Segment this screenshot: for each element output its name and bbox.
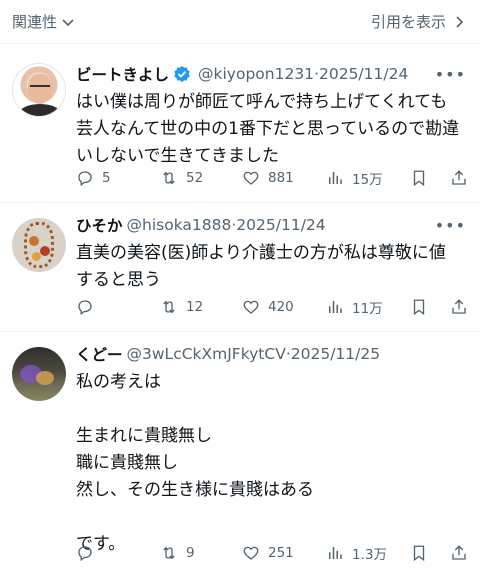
like-button[interactable]: 251: [242, 544, 294, 562]
repost-count: 9: [186, 545, 195, 561]
like-count: 881: [268, 170, 294, 186]
avatar[interactable]: [12, 347, 66, 401]
bookmark-button[interactable]: [410, 298, 428, 316]
more-options-icon[interactable]: •••: [435, 216, 466, 235]
views-button[interactable]: 15万: [326, 168, 383, 188]
reply-post[interactable]: くどー @3wLcCkXmJFkytCV · 2025/11/25 私の考えは …: [0, 333, 480, 577]
view-count: 15万: [352, 172, 383, 188]
bookmark-icon: [413, 170, 425, 187]
bookmark-button[interactable]: [410, 169, 428, 187]
verified-badge-icon: [174, 65, 190, 83]
reply-button[interactable]: 5: [76, 169, 111, 187]
analytics-icon: [329, 301, 342, 313]
views-button[interactable]: 11万: [326, 297, 383, 317]
post-text: 直美の美容(医)師より介護士の方が私は尊敬に値 すると思う: [76, 243, 446, 290]
heart-icon: [243, 546, 259, 560]
reply-post[interactable]: ビートきよし @kiyopon1231 · 2025/11/24 ••• はい僕…: [0, 45, 480, 203]
share-icon: [452, 170, 466, 185]
post-header: ひそか @hisoka1888 · 2025/11/24: [76, 214, 466, 236]
share-icon: [452, 545, 466, 560]
reply-icon: [78, 300, 92, 316]
reply-icon: [78, 546, 92, 562]
avatar[interactable]: [12, 218, 66, 272]
bookmark-button[interactable]: [410, 544, 428, 562]
repost-icon: [163, 300, 175, 314]
views-button[interactable]: 1.3万: [326, 543, 387, 563]
user-handle[interactable]: @kiyopon1231: [198, 65, 314, 83]
display-name[interactable]: ビートきよし: [76, 63, 169, 85]
sort-relevance-button[interactable]: 関連性: [12, 11, 75, 32]
repost-count: 52: [186, 170, 204, 186]
post-header: ビートきよし @kiyopon1231 · 2025/11/24: [76, 63, 466, 85]
reply-post[interactable]: ひそか @hisoka1888 · 2025/11/24 ••• 直美の美容(医…: [0, 204, 480, 332]
post-date[interactable]: 2025/11/25: [291, 345, 380, 363]
sort-label: 関連性: [12, 13, 58, 31]
avatar[interactable]: [12, 63, 66, 117]
repost-button[interactable]: 12: [160, 298, 203, 316]
action-bar: 12 420 11万: [76, 296, 468, 318]
post-header: くどー @3wLcCkXmJFkytCV · 2025/11/25: [76, 343, 466, 365]
analytics-icon: [329, 172, 342, 184]
repost-icon: [163, 171, 175, 185]
view-count: 11万: [352, 301, 383, 317]
display-name[interactable]: ひそか: [76, 214, 123, 236]
heart-icon: [243, 300, 259, 314]
bookmark-icon: [413, 545, 425, 562]
like-button[interactable]: 881: [242, 169, 294, 187]
action-bar: 5 52 881 15万: [76, 167, 468, 189]
post-date[interactable]: 2025/11/24: [319, 65, 408, 83]
like-count: 251: [268, 545, 294, 561]
more-options-icon[interactable]: •••: [435, 65, 466, 84]
replies-header: 関連性 引用を表示: [0, 0, 480, 44]
like-button[interactable]: 420: [242, 298, 294, 316]
share-button[interactable]: [450, 298, 468, 316]
share-button[interactable]: [450, 169, 468, 187]
reply-button[interactable]: [76, 298, 102, 316]
analytics-icon: [329, 547, 342, 559]
share-icon: [452, 299, 466, 314]
display-name[interactable]: くどー: [76, 343, 123, 365]
repost-button[interactable]: 52: [160, 169, 203, 187]
reply-count: 5: [102, 170, 111, 186]
reply-button[interactable]: [76, 544, 102, 562]
repost-count: 12: [186, 299, 204, 315]
heart-icon: [243, 171, 259, 185]
reply-icon: [78, 171, 92, 187]
post-text: はい僕は周りが師匠て呼んで持ち上げてくれても 芸人なんて世の中の1番下だと思って…: [76, 92, 460, 166]
view-quotes-label: 引用を表示: [370, 13, 446, 31]
post-text: 私の考えは 生まれに貴賤無し 職に貴賤無し 然し、その生き様に貴賤はある です。: [76, 372, 314, 554]
like-count: 420: [268, 299, 294, 315]
view-count: 1.3万: [352, 547, 387, 563]
share-button[interactable]: [450, 544, 468, 562]
chevron-right-icon: [456, 15, 464, 28]
repost-button[interactable]: 9: [160, 544, 195, 562]
bookmark-icon: [413, 299, 425, 316]
post-date[interactable]: 2025/11/24: [236, 216, 325, 234]
chevron-down-icon: [62, 18, 74, 26]
repost-icon: [163, 546, 175, 560]
user-handle[interactable]: @3wLcCkXmJFkytCV: [127, 345, 286, 363]
action-bar: 9 251 1.3万: [76, 542, 468, 564]
view-quotes-link[interactable]: 引用を表示: [371, 11, 466, 32]
user-handle[interactable]: @hisoka1888: [127, 216, 232, 234]
